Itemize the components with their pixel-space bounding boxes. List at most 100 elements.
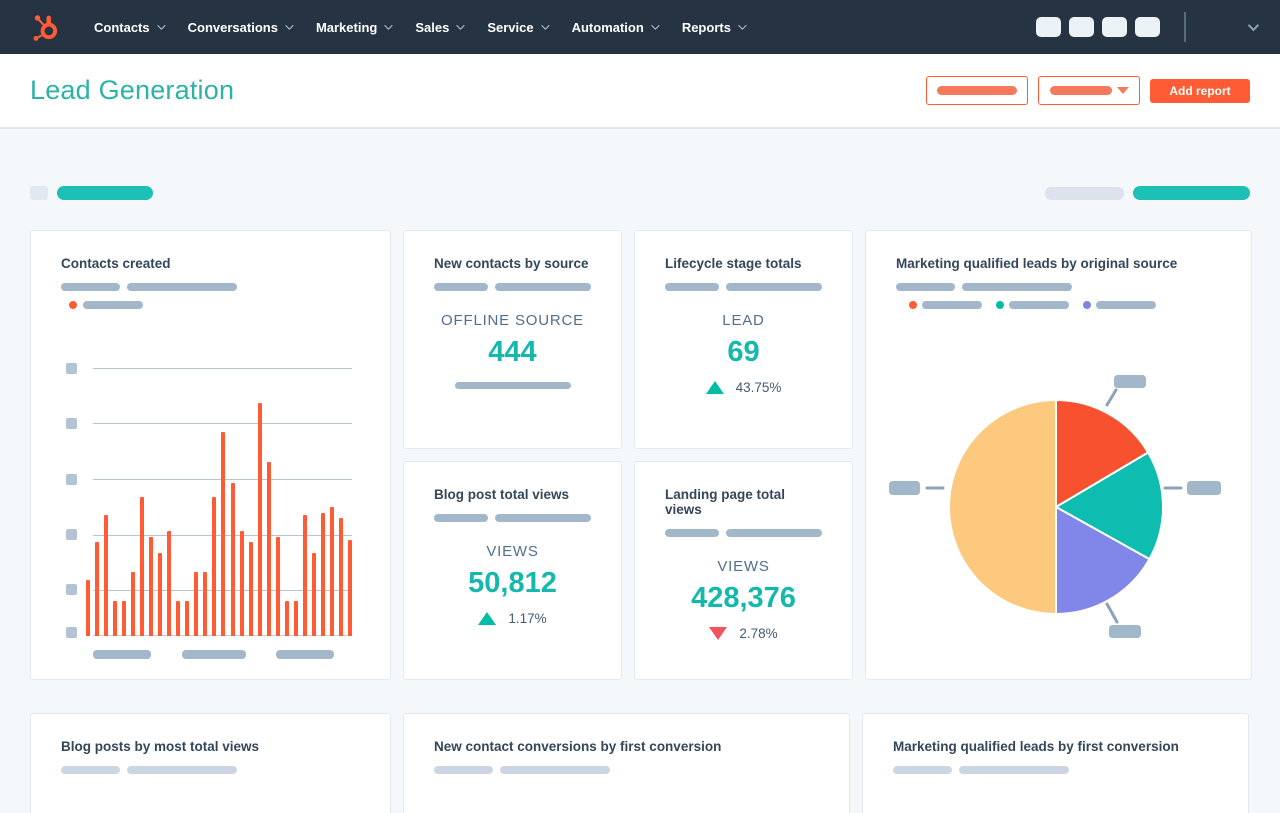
bar xyxy=(257,403,262,636)
y-axis-label-placeholder xyxy=(66,584,77,595)
nav-item-marketing[interactable]: Marketing xyxy=(314,14,394,41)
placeholder-pill xyxy=(454,382,571,389)
account-chevron-down-icon[interactable] xyxy=(1247,19,1260,32)
filter-pill-placeholder[interactable] xyxy=(57,186,153,200)
delta-value: 2.78% xyxy=(739,626,778,641)
hubspot-logo-icon[interactable] xyxy=(30,11,60,43)
metric-label: VIEWS xyxy=(486,543,539,560)
button-label-placeholder xyxy=(937,86,1017,95)
page-header: Lead Generation Add report xyxy=(0,54,1280,129)
bar xyxy=(230,483,235,636)
bar xyxy=(185,601,190,636)
header-dropdown-button-placeholder[interactable] xyxy=(1038,76,1140,105)
legend-label-placeholder xyxy=(83,301,143,309)
bar xyxy=(284,601,289,636)
card-new-contacts-by-source: New contacts by source OFFLINE SOURCE 44… xyxy=(403,230,622,449)
card-lifecycle-stage-totals: Lifecycle stage totals LEAD 69 43.75% xyxy=(634,230,853,449)
callout-connector xyxy=(1105,388,1118,407)
placeholder-pill xyxy=(500,766,610,774)
metric-delta: 1.17% xyxy=(404,611,621,626)
placeholder-pill xyxy=(665,529,719,537)
y-axis-label-placeholder xyxy=(66,627,77,638)
bar xyxy=(104,515,109,636)
header-actions: Add report xyxy=(926,76,1250,105)
bar xyxy=(221,432,226,636)
pie-slices xyxy=(948,399,1164,615)
card-contacts-created: Contacts created xyxy=(30,230,391,680)
card-blog-posts-by-most-total-views: Blog posts by most total views xyxy=(30,713,391,813)
card-title: New contacts by source xyxy=(434,256,589,271)
placeholder-pill xyxy=(725,283,822,291)
top-navigation-bar: Contacts Conversations Marketing Sales S… xyxy=(0,0,1280,54)
metric-delta: 2.78% xyxy=(635,626,852,641)
bar xyxy=(293,601,298,636)
nav-item-label: Marketing xyxy=(315,19,378,35)
metric-value: 444 xyxy=(488,336,537,368)
slice-label-placeholder xyxy=(889,481,920,495)
bar xyxy=(86,580,90,636)
filter-group-left xyxy=(30,186,153,200)
bar xyxy=(167,531,172,636)
card-subtitle-placeholders xyxy=(434,514,591,522)
chevron-down-icon xyxy=(456,21,465,30)
nav-item-automation[interactable]: Automation xyxy=(570,14,660,41)
placeholder-pill xyxy=(61,766,120,774)
nav-action-icon-placeholder[interactable] xyxy=(1135,17,1160,37)
nav-item-contacts[interactable]: Contacts xyxy=(92,14,166,41)
chevron-down-icon xyxy=(384,21,394,30)
add-report-button[interactable]: Add report xyxy=(1150,78,1250,103)
card-subtitle-placeholders xyxy=(434,283,591,291)
y-axis-label-placeholder xyxy=(66,474,77,485)
y-axis-label-placeholder xyxy=(66,363,77,374)
slice-label-placeholder xyxy=(1109,625,1141,638)
card-blog-post-total-views: Blog post total views VIEWS 50,812 1.17% xyxy=(403,461,622,680)
nav-item-label: Service xyxy=(487,19,534,35)
y-axis-label-placeholder xyxy=(66,529,77,540)
placeholder-pill xyxy=(434,514,488,522)
bar xyxy=(275,537,280,636)
card-title: New contact conversions by first convers… xyxy=(434,739,722,754)
filter-pill-placeholder[interactable] xyxy=(1045,186,1124,200)
card-new-contact-conversions-by-first-conversion: New contact conversions by first convers… xyxy=(403,713,850,813)
bar xyxy=(194,572,199,636)
placeholder-pill xyxy=(127,283,237,291)
bar xyxy=(311,553,316,636)
delta-value: 43.75% xyxy=(735,380,782,395)
metric-label: LEAD xyxy=(722,312,765,329)
placeholder-pill xyxy=(434,283,488,291)
nav-item-sales[interactable]: Sales xyxy=(413,14,465,41)
nav-action-icon-placeholder[interactable] xyxy=(1069,17,1094,37)
header-filter-button-placeholder[interactable] xyxy=(926,76,1028,105)
x-axis-label-placeholder xyxy=(182,650,246,659)
bar xyxy=(122,601,127,636)
nav-item-reports[interactable]: Reports xyxy=(680,14,747,41)
card-subtitle-placeholders xyxy=(61,766,360,774)
bar xyxy=(203,572,208,636)
placeholder-pill xyxy=(725,529,822,537)
card-title: Blog post total views xyxy=(434,487,570,502)
card-title: Contacts created xyxy=(61,256,171,271)
metric-label: VIEWS xyxy=(717,558,770,575)
nav-item-label: Automation xyxy=(571,19,644,35)
metric-value: 50,812 xyxy=(468,567,557,599)
nav-action-icon-placeholder[interactable] xyxy=(1102,17,1127,37)
filter-checkbox-placeholder[interactable] xyxy=(30,186,48,200)
nav-action-icon-placeholder[interactable] xyxy=(1036,17,1061,37)
bar xyxy=(239,531,244,636)
increase-arrow-icon xyxy=(478,612,497,625)
pie-chart xyxy=(889,375,1221,638)
bar xyxy=(266,462,271,636)
chevron-down-icon xyxy=(285,21,294,30)
placeholder-pill xyxy=(127,766,237,774)
card-title: Lifecycle stage totals xyxy=(665,256,802,271)
nav-item-service[interactable]: Service xyxy=(485,14,550,41)
bar xyxy=(149,537,154,636)
y-axis-label-placeholder xyxy=(66,418,77,429)
slice-label-placeholder xyxy=(1187,481,1221,495)
filter-pill-placeholder[interactable] xyxy=(1133,186,1250,200)
filter-group-right xyxy=(1045,186,1250,200)
card-title: Marketing qualified leads by first conve… xyxy=(893,739,1179,754)
delta-value: 1.17% xyxy=(508,611,547,626)
nav-item-conversations[interactable]: Conversations xyxy=(186,14,294,41)
bar xyxy=(347,540,352,636)
